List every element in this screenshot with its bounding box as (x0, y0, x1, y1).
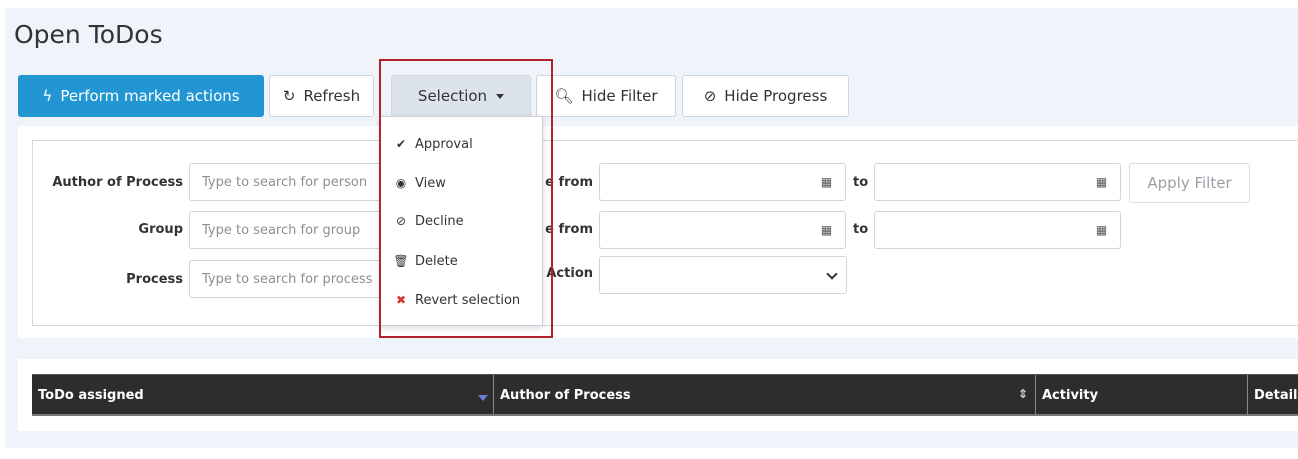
selection-button[interactable]: Selection (391, 75, 531, 117)
column-header-activity[interactable]: Activity (1036, 375, 1248, 415)
caret-down-icon (496, 93, 505, 99)
to-label-1: to (853, 175, 869, 190)
process-label: Process (126, 272, 183, 287)
column-title: Activity (1042, 387, 1099, 403)
close-icon: ✖ (395, 293, 407, 307)
action-select[interactable] (599, 256, 847, 294)
date-to-input-1[interactable] (874, 163, 1084, 201)
menu-item-decline[interactable]: ⊘ Decline (381, 206, 542, 236)
calendar-icon[interactable]: ▦ (808, 163, 846, 201)
group-search-input[interactable]: Type to search for group (189, 211, 389, 249)
refresh-button-label: Refresh (303, 87, 361, 105)
column-header-todo-assigned[interactable]: ToDo assigned (32, 375, 494, 415)
menu-item-revert-selection[interactable]: ✖ Revert selection (381, 285, 542, 315)
menu-item-label: Decline (415, 213, 464, 229)
menu-item-label: View (415, 175, 446, 191)
column-title: Detail (1254, 387, 1298, 403)
author-search-input[interactable]: Type to search for person (189, 163, 389, 201)
bolt-icon: ϟ (42, 87, 53, 105)
column-header-author[interactable]: Author of Process ⇕ (494, 375, 1036, 415)
calendar-icon[interactable]: ▦ (808, 211, 846, 249)
page-title: Open ToDos (14, 20, 163, 49)
check-icon: ✔ (395, 137, 407, 151)
column-header-detail[interactable]: Detail (1248, 375, 1298, 415)
date-from-input-2[interactable] (599, 211, 809, 249)
trash-icon: 🗑︎ (393, 254, 409, 268)
selection-button-label: Selection (417, 87, 488, 105)
process-search-input[interactable]: Type to search for process (189, 260, 389, 298)
menu-item-label: Delete (415, 253, 458, 269)
hide-filter-button[interactable]: 🔍︎ Hide Filter (536, 75, 676, 117)
apply-filter-button[interactable]: Apply Filter (1129, 163, 1250, 203)
column-title: ToDo assigned (38, 387, 144, 403)
hide-progress-label: Hide Progress (724, 87, 828, 105)
refresh-button[interactable]: ↻ Refresh (269, 75, 374, 117)
ban-icon: ⊘ (395, 214, 407, 228)
calendar-icon[interactable]: ▦ (1083, 211, 1121, 249)
ban-icon: ⊘ (703, 87, 717, 105)
calendar-icon[interactable]: ▦ (1083, 163, 1121, 201)
group-label: Group (138, 222, 183, 237)
date-from-input-1[interactable] (599, 163, 809, 201)
menu-item-label: Revert selection (415, 292, 521, 308)
perform-marked-actions-button[interactable]: ϟ Perform marked actions (18, 75, 264, 117)
chevron-down-icon (826, 268, 838, 280)
selection-dropdown-menu: ✔ Approval ◉ View ⊘ Decline 🗑︎ Delete ✖ … (380, 116, 543, 326)
hide-progress-button[interactable]: ⊘ Hide Progress (682, 75, 849, 117)
menu-item-delete[interactable]: 🗑︎ Delete (381, 246, 542, 276)
menu-item-label: Approval (415, 136, 473, 152)
perform-button-label: Perform marked actions (60, 87, 240, 105)
menu-item-approval[interactable]: ✔ Approval (381, 129, 542, 159)
column-title: Author of Process (500, 387, 631, 403)
date-to-input-2[interactable] (874, 211, 1084, 249)
sort-icon: ⇕ (1018, 387, 1029, 401)
eye-icon: ◉ (395, 176, 407, 190)
search-icon: 🔍︎ (554, 87, 574, 105)
menu-item-view[interactable]: ◉ View (381, 168, 542, 198)
hide-filter-label: Hide Filter (581, 87, 658, 105)
refresh-icon: ↻ (282, 87, 296, 105)
sort-descending-icon (478, 395, 488, 401)
date-from-label-1: e from (545, 175, 593, 190)
to-label-2: to (853, 222, 869, 237)
date-from-label-2: e from (545, 222, 593, 237)
table-header: ToDo assigned Author of Process ⇕ Activi… (32, 374, 1298, 416)
author-label: Author of Process (52, 175, 183, 190)
